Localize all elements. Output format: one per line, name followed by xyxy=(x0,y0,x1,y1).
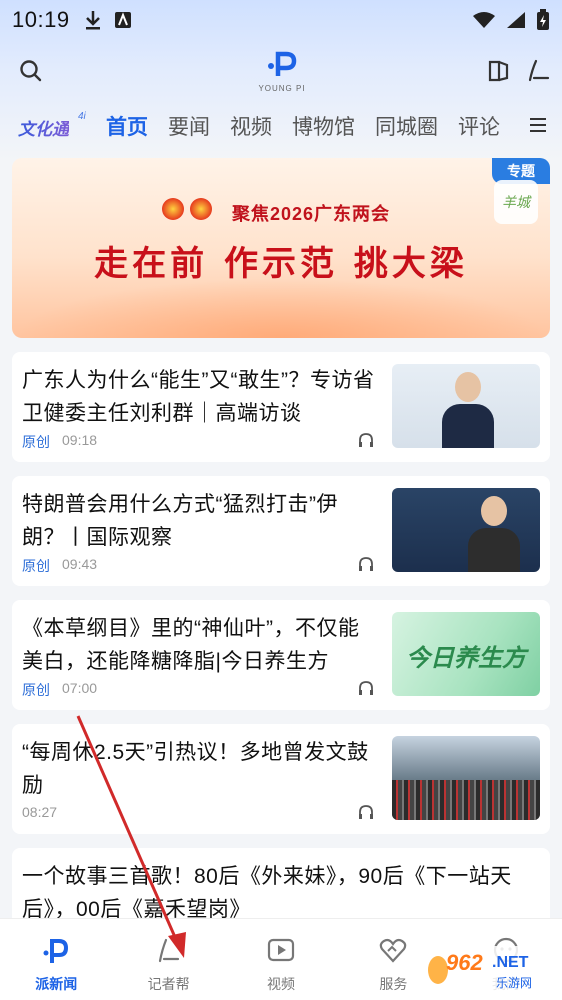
banner-glow xyxy=(12,278,550,338)
brand-tab-superscript: 4i xyxy=(78,111,86,122)
watermark-number: 962 xyxy=(446,950,483,975)
app-header: YOUNG PI xyxy=(0,40,562,102)
article-source: 原创 xyxy=(22,434,50,450)
article-source: 原创 xyxy=(22,682,50,698)
tab-local[interactable]: 同城圈 xyxy=(375,111,438,141)
headphones-icon[interactable] xyxy=(358,804,374,820)
nav-label: 派新闻 xyxy=(35,976,78,992)
app-logo: YOUNG PI xyxy=(250,48,314,98)
nav-item-reporter-help[interactable]: 记者帮 xyxy=(112,919,224,1000)
tab-home[interactable]: 首页 xyxy=(106,111,148,141)
play-icon xyxy=(267,938,295,962)
feature-banner[interactable]: 专题 羊城 聚焦2026广东两会 走在前 作示范 挑大梁 xyxy=(12,158,550,338)
article-source: 原创 xyxy=(22,558,50,574)
article-title: 一个故事三首歌！80后《外来妹》，90后《下一站天后》，00后《嘉禾望岗》 xyxy=(22,865,512,921)
tab-museum[interactable]: 博物馆 xyxy=(292,111,355,141)
status-time: 10:19 xyxy=(12,7,70,32)
article-meta: 原创 09:18 xyxy=(22,432,97,452)
tab-brand-culture[interactable]: 文化通 4i xyxy=(14,111,90,141)
article-thumbnail xyxy=(392,736,540,820)
download-icon xyxy=(85,11,100,30)
system-status-icons xyxy=(472,9,550,31)
brand-tab-label: 文化通 xyxy=(18,115,69,140)
article-title: 广东人为什么“能生”又“敢生”？专访省卫健委主任刘利群｜高端访谈 xyxy=(22,369,375,425)
logo-icon xyxy=(268,51,297,76)
headphones-icon[interactable] xyxy=(358,680,374,696)
menu-icon[interactable] xyxy=(528,114,548,136)
battery-icon xyxy=(537,9,549,30)
reader-mode-icon[interactable] xyxy=(486,58,512,84)
banner-title: 走在前 作示范 挑大梁 xyxy=(94,244,468,284)
watermark-logo-icon xyxy=(428,956,448,984)
article-meta: 08:27 xyxy=(22,804,57,820)
article-time: 09:43 xyxy=(62,556,98,572)
banner-subtitle: 聚焦2026广东两会 xyxy=(12,200,550,226)
portrait-figure xyxy=(442,372,494,448)
heart-icon xyxy=(380,938,407,963)
headphones-icon[interactable] xyxy=(358,556,374,572)
article-thumbnail xyxy=(392,488,540,572)
wifi-icon xyxy=(473,12,495,28)
site-watermark: 962 .NET 乐游网 xyxy=(424,946,558,994)
tab-comment[interactable]: 评论 xyxy=(458,111,500,141)
watermark-site-name: 乐游网 xyxy=(496,976,533,990)
pen-icon xyxy=(158,938,179,963)
nav-item-pai-news[interactable]: 派新闻 xyxy=(0,919,112,1000)
app-notification-icon xyxy=(114,12,131,28)
pai-logo-icon xyxy=(43,939,69,963)
watermark-net: .NET xyxy=(492,954,529,971)
article-meta: 原创 07:00 xyxy=(22,680,97,700)
pen-icon[interactable] xyxy=(526,58,552,84)
channel-tabs: 文化通 4i 首页 要闻 视频 博物馆 同城圈 评论 xyxy=(0,104,562,148)
article-meta: 原创 09:43 xyxy=(22,556,97,576)
banner-subtitle-text: 聚焦2026广东两会 xyxy=(231,204,391,224)
headphones-icon[interactable] xyxy=(358,432,374,448)
article-time: 07:00 xyxy=(62,680,98,696)
signal-icon xyxy=(507,12,525,28)
nav-label: 记者帮 xyxy=(147,976,190,992)
article-card[interactable]: 一个故事三首歌！80后《外来妹》，90后《下一站天后》，00后《嘉禾望岗》 xyxy=(12,848,550,928)
tabs-scroll-area: 首页 要闻 视频 博物馆 同城圈 评论 xyxy=(90,111,510,141)
nav-item-video[interactable]: 视频 xyxy=(225,919,337,1000)
tab-video[interactable]: 视频 xyxy=(230,111,272,141)
logo-subtitle: YOUNG PI xyxy=(258,84,306,93)
status-bar: 10:19 xyxy=(0,0,562,40)
article-title: 特朗普会用什么方式“猛烈打击”伊朗？丨国际观察 xyxy=(22,493,338,549)
tab-news[interactable]: 要闻 xyxy=(168,111,210,141)
article-time: 09:18 xyxy=(62,432,98,448)
article-card[interactable]: 特朗普会用什么方式“猛烈打击”伊朗？丨国际观察 原创 09:43 xyxy=(12,476,550,586)
article-thumbnail: 今日养生方 xyxy=(392,612,540,696)
article-title: “每周休2.5天”引热议！多地曾发文鼓励 xyxy=(22,741,369,797)
article-card[interactable]: 广东人为什么“能生”又“敢生”？专访省卫健委主任刘利群｜高端访谈 原创 09:1… xyxy=(12,352,550,462)
portrait-figure xyxy=(468,496,520,572)
article-time: 08:27 xyxy=(22,804,58,820)
article-thumbnail xyxy=(392,364,540,448)
search-icon[interactable] xyxy=(18,58,44,84)
article-card[interactable]: 《本草纲目》里的“神仙叶”，不仅能美白，还能降糖降脂|今日养生方 原创 07:0… xyxy=(12,600,550,710)
crowd-image xyxy=(392,780,540,820)
thumbnail-caption: 今日养生方 xyxy=(406,645,526,672)
article-card[interactable]: “每周休2.5天”引热议！多地曾发文鼓励 08:27 xyxy=(12,724,550,834)
notification-icons xyxy=(84,10,132,30)
nav-label: 视频 xyxy=(267,976,296,992)
article-title: 《本草纲目》里的“神仙叶”，不仅能美白，还能降糖降脂|今日养生方 xyxy=(22,617,360,673)
